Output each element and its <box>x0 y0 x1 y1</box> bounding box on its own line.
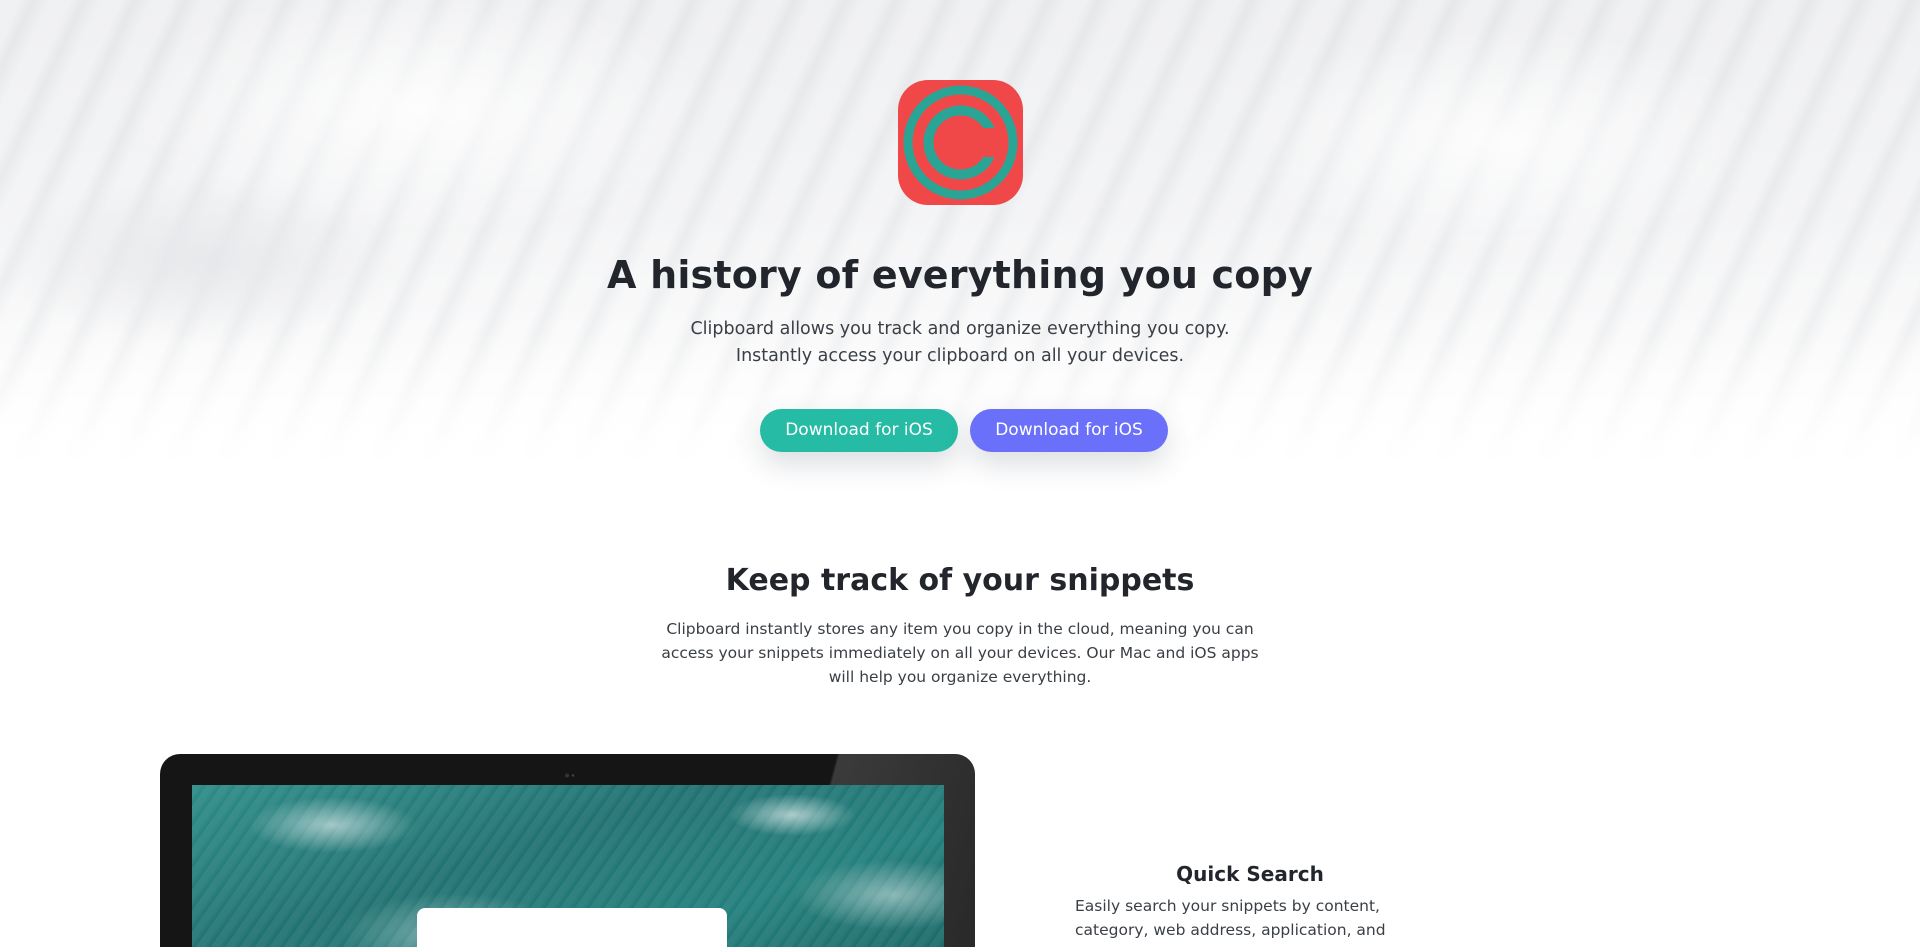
clipboard-app-icon <box>898 80 1023 205</box>
quick-search-description: Easily search your snippets by content, … <box>1075 897 1386 947</box>
download-mac-button[interactable]: Download for iOS <box>970 409 1168 452</box>
quick-search-title: Quick Search <box>1176 862 1324 886</box>
hero-title: A history of everything you copy <box>607 253 1313 297</box>
snippets-description: Clipboard instantly stores any item you … <box>661 620 1259 686</box>
camera-icon <box>564 763 576 778</box>
hero-subtitle: Clipboard allows you track and organize … <box>690 319 1230 366</box>
imac-mockup <box>160 754 975 947</box>
imac-screen <box>192 785 944 947</box>
snippets-title: Keep track of your snippets <box>725 563 1195 598</box>
download-ios-button[interactable]: Download for iOS <box>760 409 958 452</box>
app-window <box>417 908 727 947</box>
